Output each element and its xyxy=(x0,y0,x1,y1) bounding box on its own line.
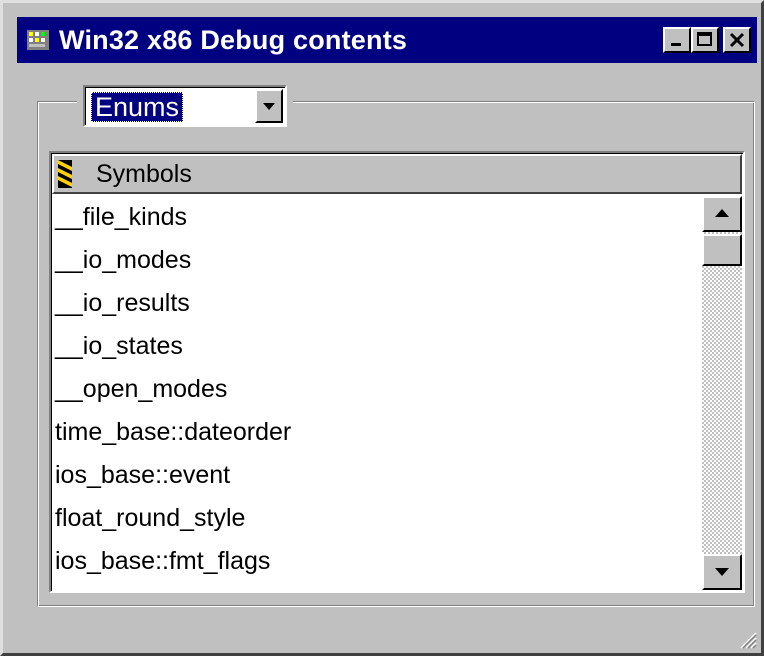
list-item[interactable]: __io_results xyxy=(52,282,700,325)
category-combo[interactable]: Enums xyxy=(83,85,287,127)
scroll-up-button[interactable] xyxy=(702,196,742,232)
list-item[interactable]: __open_modes xyxy=(52,368,700,411)
scroll-up-arrow-icon xyxy=(715,209,729,217)
combo-dropdown-button[interactable] xyxy=(255,89,283,123)
list-item[interactable]: __io_states xyxy=(52,325,700,368)
scroll-thumb[interactable] xyxy=(702,234,742,266)
close-icon xyxy=(729,32,745,48)
column-header-symbols[interactable]: Symbols xyxy=(52,154,742,194)
list-item[interactable]: ios_base::event xyxy=(52,454,700,497)
debug-contents-window: Win32 x86 Debug contents Enums Symbols _… xyxy=(0,0,764,656)
caption-buttons xyxy=(663,27,751,53)
list-item[interactable]: time_base::dateorder xyxy=(52,411,700,454)
list-item[interactable]: __io_modes xyxy=(52,239,700,282)
list-rows: __file_kinds __io_modes __io_results __i… xyxy=(52,196,700,583)
maximize-button[interactable] xyxy=(691,27,719,53)
list-item[interactable]: float_round_style xyxy=(52,497,700,540)
combo-container: Enums xyxy=(77,79,293,133)
maximize-icon xyxy=(697,32,712,46)
chevron-down-icon xyxy=(263,103,275,110)
vertical-scrollbar[interactable] xyxy=(702,196,742,590)
list-item[interactable]: ios_base::fmt_flags xyxy=(52,540,700,583)
scroll-down-arrow-icon xyxy=(715,568,729,576)
minimize-icon xyxy=(671,43,681,46)
symbols-column-icon xyxy=(58,160,72,188)
title-bar[interactable]: Win32 x86 Debug contents xyxy=(17,17,757,63)
resize-grip-icon[interactable] xyxy=(737,629,757,649)
app-window-icon xyxy=(27,30,49,50)
column-header-label: Symbols xyxy=(96,159,192,188)
scroll-down-button[interactable] xyxy=(702,554,742,590)
list-item[interactable]: __file_kinds xyxy=(52,196,700,239)
minimize-button[interactable] xyxy=(663,27,691,53)
combo-selected-value: Enums xyxy=(91,92,184,122)
close-button[interactable] xyxy=(723,27,751,53)
symbols-list[interactable]: Symbols __file_kinds __io_modes __io_res… xyxy=(49,151,745,593)
window-title: Win32 x86 Debug contents xyxy=(59,24,408,55)
